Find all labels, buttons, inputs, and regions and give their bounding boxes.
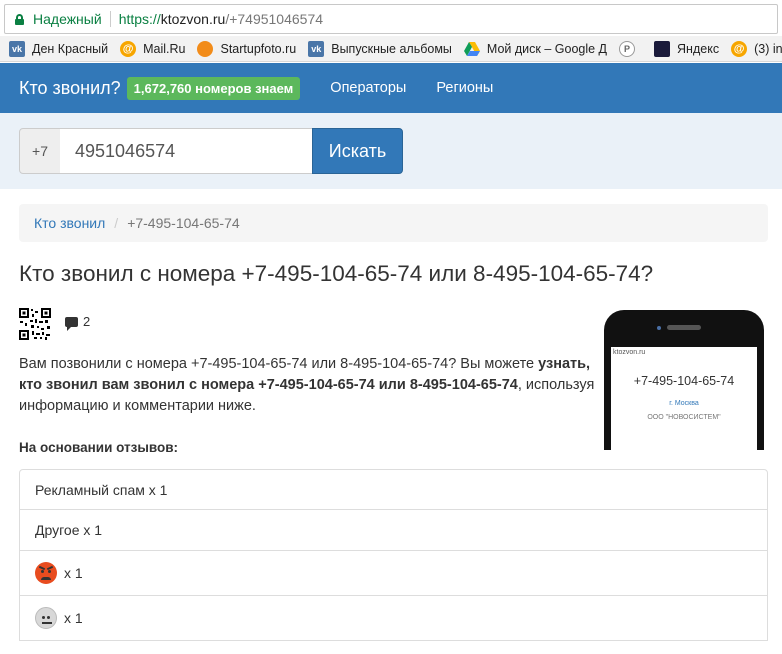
screen-domain: ktozvon.ru [613,349,646,356]
reviews-heading: На основании отзывов: [19,440,179,455]
url-host: ktozvon.ru [160,11,226,27]
breadcrumb-separator: / [114,215,119,231]
nav-operators[interactable]: Операторы [330,80,406,96]
breadcrumb-current: +7-495-104-65-74 [127,215,240,231]
screen-operator: ООО "НОВОСИСТЕМ" [647,414,721,421]
review-text: Рекламный спам x 1 [35,481,168,498]
reviews-list: Рекламный спам x 1 Другое x 1 x 1 x 1 [19,469,768,641]
phone-screen: ktozvon.ru +7-495-104-65-74 г. Москва ОО… [611,347,757,450]
breadcrumb-home-link[interactable]: Кто звонил [34,215,105,231]
url-protocol: https:// [118,11,161,27]
mail-icon: @ [731,40,748,57]
bookmark-pb[interactable]: P [619,40,642,57]
desc-text-1: Вам позвонили с номера +7-495-104-65-74 … [19,356,539,372]
screen-number: +7-495-104-65-74 [633,374,735,388]
secure-label: Надежный [33,11,102,27]
page-title: Кто звонил с номера +7-495-104-65-74 или… [19,261,654,286]
list-item: x 1 [19,551,768,596]
lock-icon [15,13,24,25]
phone-search-input[interactable] [60,128,313,174]
list-item: Рекламный спам x 1 [19,469,768,510]
phone-camera [657,326,661,330]
yandex-icon [654,40,671,57]
bookmark-label: Выпускные альбомы [331,41,452,56]
country-code-prefix: +7 [19,128,61,174]
nav-regions[interactable]: Регионы [436,80,493,96]
bookmark-den-krasny[interactable]: vk Ден Красный [9,40,109,57]
neutral-face-icon [35,607,57,629]
breadcrumb: Кто звонил / +7-495-104-65-74 [19,204,768,242]
startupfoto-icon [197,40,214,57]
bookmark-mailru[interactable]: @ Mail.Ru [120,40,186,57]
bookmark-label: Mail.Ru [143,41,186,56]
bookmark-label: Яндекс [677,41,720,56]
search-section: +7 Искать [0,113,782,189]
vk-icon: vk [9,40,25,57]
bookmark-google-drive[interactable]: Мой диск – Google Д [463,41,608,57]
vk-icon: vk [308,40,325,57]
google-drive-icon [463,41,480,57]
bookmark-yandex[interactable]: Яндекс [654,40,720,57]
bookmarks-bar: vk Ден Красный @ Mail.Ru Startupfoto.ru … [0,36,782,62]
pb-icon: P [619,40,636,57]
site-navbar: Кто звонил? 1,672,760 номеров знаем Опер… [0,63,782,113]
bookmark-vypusknye[interactable]: vk Выпускные альбомы [308,40,452,57]
list-item: Другое x 1 [19,510,768,551]
mailru-icon: @ [120,40,137,57]
bookmark-label: (3) info@ [754,41,782,56]
bookmark-label: Startupfoto.ru [220,41,297,56]
site-brand[interactable]: Кто звонил? [19,78,121,99]
divider [109,11,111,27]
review-text: x 1 [64,565,83,581]
bookmark-label: Мой диск – Google Д [486,41,608,56]
screen-city: г. Москва [669,400,699,407]
browser-address-bar: Надежный https://ktozvon.ru/+74951046574 [0,0,782,36]
description: Вам позвонили с номера +7-495-104-65-74 … [19,354,597,417]
url-path: /+74951046574 [225,11,324,27]
review-text: x 1 [64,610,83,626]
phone-speaker [667,325,701,330]
review-text: Другое x 1 [35,522,103,538]
comment-icon [65,316,78,331]
qr-code-icon[interactable] [19,308,51,340]
list-item: x 1 [19,596,768,641]
angry-face-icon [35,562,57,584]
bookmark-startupfoto[interactable]: Startupfoto.ru [197,40,297,57]
bookmark-label: Ден Красный [32,41,109,56]
phone-illustration: ktozvon.ru +7-495-104-65-74 г. Москва ОО… [604,310,764,450]
search-button[interactable]: Искать [312,128,403,174]
numbers-count-badge: 1,672,760 номеров знаем [126,76,301,100]
comments-count-value: 2 [83,314,91,329]
omnibox[interactable]: Надежный https://ktozvon.ru/+74951046574 [4,4,778,34]
bookmark-info-mail[interactable]: @ (3) info@ [731,40,782,57]
comments-count[interactable]: 2 [65,314,91,331]
